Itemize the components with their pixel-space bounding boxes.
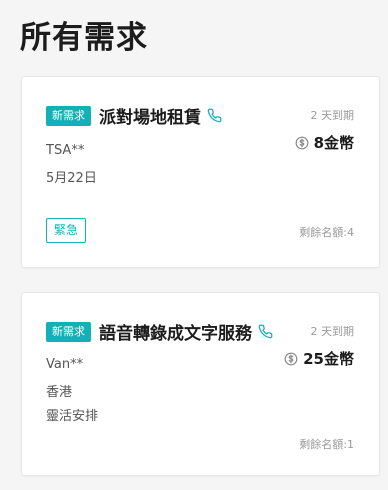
coin-icon [284, 352, 298, 365]
urgent-tag: 緊急 [46, 218, 87, 243]
request-card[interactable]: 新需求 派對場地租賃 2 天到期 8金幣 TSA** 5月22日 緊急 剩餘名額… [21, 76, 380, 268]
request-title[interactable]: 語音轉錄成文字服務 [99, 319, 252, 344]
requester-name: Van** [46, 357, 84, 372]
new-request-badge: 新需求 [46, 105, 91, 126]
request-location: 香港 [46, 385, 73, 400]
expiry-text: 2 天到期 [310, 109, 355, 122]
requester-name: TSA** [46, 143, 85, 158]
phone-icon[interactable] [258, 324, 273, 339]
phone-icon[interactable] [207, 108, 222, 123]
coin-icon [295, 136, 308, 149]
price-amount: 25金幣 [303, 350, 354, 368]
new-request-badge: 新需求 [46, 321, 91, 342]
remaining-quota: 剩餘名額:1 [299, 438, 354, 451]
request-title[interactable]: 派對場地租賃 [99, 103, 201, 128]
price: 8金幣 [295, 132, 354, 153]
request-schedule: 靈活安排 [46, 409, 99, 424]
request-date: 5月22日 [46, 171, 97, 186]
request-card[interactable]: 新需求 語音轉錄成文字服務 2 天到期 25金幣 Van** 香港 靈活安排 剩… [21, 292, 380, 476]
request-title-row: 新需求 派對場地租賃 [46, 103, 222, 128]
request-title-row: 新需求 語音轉錄成文字服務 [46, 319, 273, 344]
page-title: 所有需求 [20, 20, 148, 56]
price: 25金幣 [284, 348, 354, 369]
price-amount: 8金幣 [313, 134, 354, 152]
expiry-text: 2 天到期 [310, 325, 355, 338]
remaining-quota: 剩餘名額:4 [299, 226, 354, 239]
